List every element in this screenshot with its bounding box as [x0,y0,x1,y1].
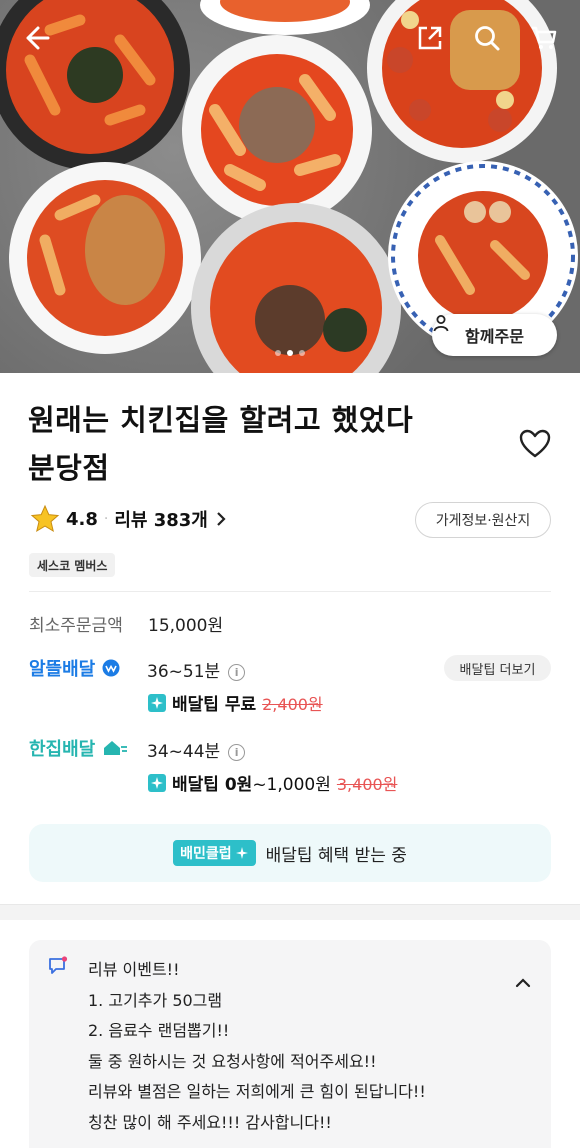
hanjip-time-value: 34~44분 [147,742,221,762]
baemin-club-badge-label: 배민클럽 [180,846,232,862]
alddeul-delivery-label: 알뜰배달 [29,659,96,680]
carousel-dot [299,350,305,356]
notice-line: 1. 고기추가 50그램 [88,990,223,1010]
notice-speech-icon [48,956,68,980]
group-order-label: 함께주문 [465,327,524,346]
hanjip-delivery-label: 한집배달 [29,739,96,760]
hanjip-time: 34~44분 i [147,737,246,762]
chevron-right-icon [217,512,226,526]
store-name-line1: 원래는 치킨집을 할려고 했었다 [28,403,414,437]
baemin-club-banner[interactable]: 배민클럽 배달팁 혜택 받는 중 [29,824,551,882]
delivery-tip-more-button[interactable]: 배달팁 더보기 [444,655,551,681]
hanjip-tip-original: 3,400원 [336,774,398,794]
hanjip-tip-label: 배달팁 0원 [172,775,253,795]
alddeul-tip-label: 배달팁 무료 [172,695,257,715]
alddeul-tip-line: 배달팁 무료 2,400원 [148,690,323,715]
notice-line: 2. 음료수 랜덤뽑기!! [88,1021,230,1040]
favorite-heart-icon[interactable] [518,427,552,461]
alddeul-logo-icon [102,659,120,677]
club-benefit-text: 배달팁 혜택 받는 중 [265,845,407,866]
store-title: 원래는 치킨집을 할려고 했었다 분당점 [28,396,498,492]
divider [29,591,551,592]
carousel-dot-active [287,350,293,356]
search-icon[interactable] [469,20,505,56]
info-icon[interactable]: i [228,743,246,761]
cesco-badge: 세스코 멤버스 [29,553,116,577]
section-separator [0,904,580,920]
person-icon [433,315,449,332]
hanjip-house-icon [103,741,127,755]
notice-line: 리뷰와 별점은 일하는 저희에게 큰 힘이 된답니다!! [88,1082,426,1101]
rating-value: 4.8 [66,508,98,530]
back-arrow-icon[interactable] [18,20,54,56]
carousel-dot [275,350,281,356]
cart-icon[interactable] [526,20,562,56]
store-name-line2: 분당점 [28,451,110,485]
min-order-value: 15,000원 [148,616,224,636]
info-icon[interactable]: i [228,663,246,681]
star-icon [30,504,60,533]
club-sparkle-icon [148,773,166,792]
sparkle-icon [235,847,248,859]
alddeul-time-value: 36~51분 [147,662,221,682]
notice-line: 둘 중 원하시는 것 요청사항에 적어주세요!! [88,1051,377,1071]
club-sparkle-icon [148,693,166,712]
hanjip-delivery-title[interactable]: 한집배달 [29,735,128,761]
chevron-up-icon[interactable] [514,975,532,994]
rating-row[interactable]: 4.8 · 리뷰 383개 [30,503,228,535]
notice-line: 칭찬 많이 해 주세요!!! 감사합니다!! [88,1112,332,1132]
group-order-button[interactable]: 함께주문 [432,314,557,356]
hero-image[interactable]: 함께주문 [0,0,580,373]
alddeul-delivery-title[interactable]: 알뜰배달 [29,655,120,681]
alddeul-tip-original: 2,400원 [262,694,323,714]
share-icon[interactable] [412,20,448,56]
alddeul-time: 36~51분 i [147,657,246,682]
store-info-button[interactable]: 가게정보·원산지 [415,502,551,538]
review-count: 리뷰 383개 [114,510,208,531]
hanjip-tip-range: ~1,000원 [252,775,331,795]
separator-dot: · [103,511,109,527]
baemin-club-badge: 배민클럽 [173,840,256,866]
notice-line: 리뷰 이벤트!! [88,960,180,979]
hanjip-tip-line: 배달팁 0원~1,000원 3,400원 [148,770,397,795]
notice-text: 리뷰 이벤트!! 1. 고기추가 50그램 2. 음료수 랜덤뽑기!! 둘 중 … [88,955,426,1138]
min-order-label: 최소주문금액 [29,616,123,636]
